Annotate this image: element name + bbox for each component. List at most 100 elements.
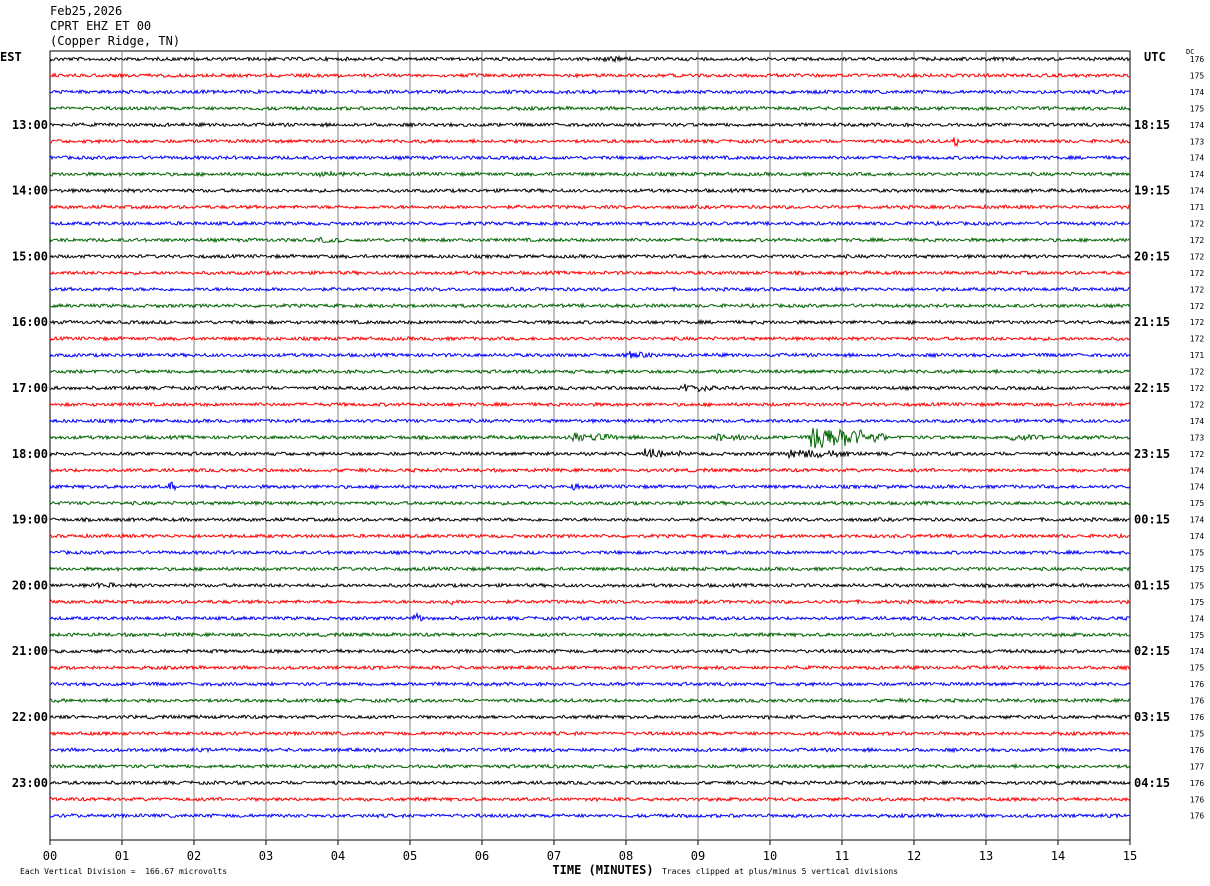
dc-offset-value: 174 bbox=[1190, 154, 1205, 163]
trace-line bbox=[49, 137, 1131, 148]
trace-line bbox=[49, 121, 1131, 129]
x-tick-label: 07 bbox=[547, 849, 561, 863]
trace-line bbox=[49, 499, 1131, 507]
right-hour-label: 01:15 bbox=[1134, 578, 1170, 592]
right-hour-label: 00:15 bbox=[1134, 513, 1170, 527]
trace-line bbox=[49, 648, 1131, 655]
left-hour-label: 19:00 bbox=[12, 513, 48, 527]
left-hour-label: 20:00 bbox=[12, 578, 48, 592]
dc-offset-value: 172 bbox=[1190, 236, 1205, 245]
trace-line bbox=[49, 581, 1131, 590]
x-tick-label: 05 bbox=[403, 849, 417, 863]
trace-line bbox=[49, 763, 1131, 770]
right-hour-label: 04:15 bbox=[1134, 776, 1170, 790]
dc-offset-value: 174 bbox=[1190, 121, 1205, 130]
trace-line bbox=[49, 779, 1131, 786]
trace-line bbox=[49, 54, 1131, 64]
trace-line bbox=[49, 302, 1131, 309]
left-hour-label: 21:00 bbox=[12, 644, 48, 658]
dc-offset-value: 172 bbox=[1190, 400, 1205, 409]
clip-note: Traces clipped at plus/minus 5 vertical … bbox=[662, 867, 899, 876]
dc-offset-value: 176 bbox=[1190, 812, 1205, 821]
left-hour-label: 22:00 bbox=[12, 710, 48, 724]
right-hour-label: 02:15 bbox=[1134, 644, 1170, 658]
dc-offset-value: 175 bbox=[1190, 598, 1205, 607]
dc-offset-value: 172 bbox=[1190, 450, 1205, 459]
trace-line bbox=[49, 481, 1131, 492]
trace-line bbox=[49, 383, 1131, 393]
trace-line bbox=[49, 697, 1131, 704]
trace-line bbox=[49, 71, 1131, 79]
dc-offset-value: 174 bbox=[1190, 483, 1205, 492]
x-tick-label: 10 bbox=[763, 849, 777, 863]
dc-offset-value: 175 bbox=[1190, 104, 1205, 113]
dc-offset-value: 176 bbox=[1190, 680, 1205, 689]
x-tick-label: 12 bbox=[907, 849, 921, 863]
dc-offset-value: 172 bbox=[1190, 252, 1205, 261]
x-tick-label: 03 bbox=[259, 849, 273, 863]
trace-line bbox=[49, 680, 1131, 688]
trace-line bbox=[49, 203, 1131, 211]
left-hour-label: 15:00 bbox=[12, 249, 48, 263]
trace-line bbox=[49, 335, 1131, 342]
dc-offset-value: 174 bbox=[1190, 466, 1205, 475]
x-tick-label: 14 bbox=[1051, 849, 1065, 863]
left-hour-label: 13:00 bbox=[12, 118, 48, 132]
trace-line bbox=[49, 88, 1131, 96]
dc-offset-value: 172 bbox=[1190, 368, 1205, 377]
dc-offset-value: 176 bbox=[1190, 55, 1205, 64]
left-hour-label: 18:00 bbox=[12, 447, 48, 461]
trace-line bbox=[49, 532, 1131, 540]
trace-line bbox=[49, 611, 1131, 622]
x-tick-label: 02 bbox=[187, 849, 201, 863]
dc-offset-value: 172 bbox=[1190, 318, 1205, 327]
trace-line bbox=[49, 187, 1131, 194]
dc-offset-value: 175 bbox=[1190, 729, 1205, 738]
dc-offset-value: 175 bbox=[1190, 565, 1205, 574]
right-hour-label: 03:15 bbox=[1134, 710, 1170, 724]
dc-offset-value: 174 bbox=[1190, 88, 1205, 97]
right-hour-label: 22:15 bbox=[1134, 381, 1170, 395]
dc-offset-value: 174 bbox=[1190, 516, 1205, 525]
trace-line bbox=[49, 664, 1131, 672]
plot-frame bbox=[49, 50, 1131, 841]
trace-line bbox=[49, 220, 1131, 227]
trace-line bbox=[49, 448, 1131, 460]
dc-offset-value: 172 bbox=[1190, 285, 1205, 294]
dc-offset-value: 173 bbox=[1190, 433, 1205, 442]
dc-offset-value: 175 bbox=[1190, 631, 1205, 640]
trace-line bbox=[49, 730, 1131, 737]
dc-offset-value: 172 bbox=[1190, 335, 1205, 344]
trace-line bbox=[49, 713, 1131, 721]
x-tick-label: 00 bbox=[43, 849, 57, 863]
left-hour-label: 23:00 bbox=[12, 776, 48, 790]
dc-offset-value: 175 bbox=[1190, 71, 1205, 80]
right-hour-label: 23:15 bbox=[1134, 447, 1170, 461]
x-tick-label: 08 bbox=[619, 849, 633, 863]
dc-offset-value: 172 bbox=[1190, 302, 1205, 311]
trace-line bbox=[49, 565, 1131, 573]
trace-line bbox=[49, 401, 1131, 408]
trace-line bbox=[49, 466, 1131, 474]
x-axis-label: TIME (MINUTES) bbox=[552, 863, 653, 877]
x-tick-label: 13 bbox=[979, 849, 993, 863]
dc-offset-value: 174 bbox=[1190, 187, 1205, 196]
trace-line bbox=[49, 549, 1131, 556]
trace-line bbox=[49, 236, 1131, 244]
trace-line bbox=[49, 598, 1131, 606]
right-hour-label: 18:15 bbox=[1134, 118, 1170, 132]
dc-offset-value: 176 bbox=[1190, 746, 1205, 755]
dc-offset-value: 175 bbox=[1190, 549, 1205, 558]
dc-offset-value: 172 bbox=[1190, 269, 1205, 278]
trace-line bbox=[49, 812, 1131, 820]
left-hour-label: 14:00 bbox=[12, 184, 48, 198]
trace-line bbox=[49, 631, 1131, 639]
dc-offset-value: 177 bbox=[1190, 762, 1205, 771]
dc-offset-value: 174 bbox=[1190, 614, 1205, 623]
trace-line bbox=[49, 318, 1131, 326]
dc-offset-value: 174 bbox=[1190, 532, 1205, 541]
dc-offset-value: 176 bbox=[1190, 795, 1205, 804]
trace-line bbox=[49, 796, 1131, 803]
trace-line bbox=[49, 269, 1131, 277]
trace-line bbox=[49, 253, 1131, 260]
